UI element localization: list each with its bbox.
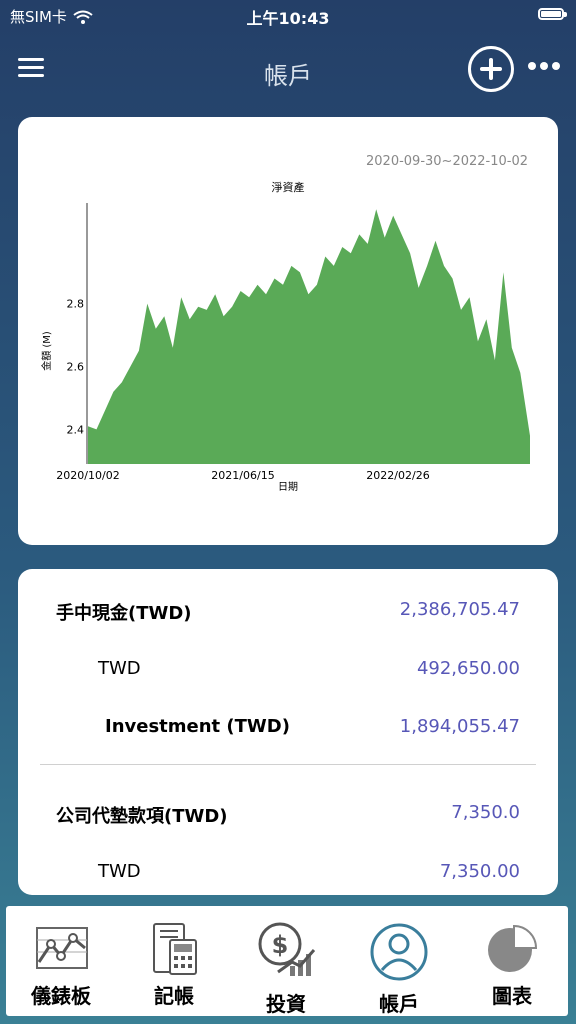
investment-value: 1,894,055.47 (399, 716, 520, 737)
advance-twd-value: 7,350.00 (439, 861, 520, 882)
tab-dashboard-label: 儀錶板 (31, 984, 91, 1008)
net-worth-chart-card[interactable]: 2020-09-30~2022-10-02 淨資產 金額 (M) 日期 2.4 2… (18, 117, 558, 545)
tab-investment-label: 投資 (266, 992, 306, 1016)
accounts-list-card: 手中現金(TWD) 2,386,705.47 TWD 492,650.00 In… (18, 569, 558, 895)
cash-twd-label: TWD (98, 658, 141, 679)
y-tick-label-2: 2.8 (67, 298, 85, 311)
net-worth-area (88, 209, 530, 464)
account-row-advance[interactable]: 公司代墊款項(TWD) 7,350.0 (18, 792, 558, 832)
tab-charts[interactable]: 圖表 (462, 918, 562, 1014)
tab-ledger-label: 記帳 (154, 984, 194, 1008)
cash-label: 手中現金(TWD) (56, 603, 192, 624)
cash-value: 2,386,705.47 (399, 599, 520, 620)
chart-x-axis-label: 日期 (278, 481, 298, 493)
add-button[interactable] (468, 46, 514, 92)
advance-twd-label: TWD (98, 861, 141, 882)
tab-account[interactable]: 帳戶 (349, 918, 449, 1016)
chart-date-range: 2020-09-30~2022-10-02 (366, 154, 528, 169)
investment-label: Investment (TWD) (105, 716, 290, 737)
tab-dashboard[interactable]: 儀錶板 (11, 918, 111, 1014)
investment-icon: $ (258, 922, 316, 976)
advance-label: 公司代墊款項(TWD) (56, 806, 228, 827)
chart-y-axis-label: 金額 (M) (40, 331, 53, 371)
pie-chart-icon (488, 924, 538, 972)
tab-account-label: 帳戶 (379, 992, 419, 1016)
account-row-advance-twd[interactable]: TWD 7,350.00 (18, 851, 558, 891)
tab-investment[interactable]: $ 投資 (236, 918, 336, 1016)
dashboard-icon (36, 927, 88, 969)
cash-twd-value: 492,650.00 (416, 658, 520, 679)
status-time: 上午10:43 (246, 9, 330, 28)
more-button[interactable] (528, 62, 560, 70)
y-tick-label-1: 2.6 (67, 361, 85, 374)
account-row-cash-twd[interactable]: TWD 492,650.00 (18, 648, 558, 688)
account-icon (370, 923, 428, 981)
tab-charts-label: 圖表 (492, 984, 532, 1008)
x-tick-label-0: 2020/10/02 (56, 469, 119, 482)
net-worth-chart: 2020-09-30~2022-10-02 淨資產 金額 (M) 日期 2.4 2… (40, 154, 530, 493)
y-tick-label-0: 2.4 (67, 423, 85, 436)
nav-bar: 帳戶 (0, 40, 576, 100)
battery-icon (538, 8, 567, 20)
x-tick-label-1: 2021/06/15 (211, 469, 274, 482)
tab-ledger[interactable]: 記帳 (124, 918, 224, 1014)
ledger-icon (153, 923, 197, 975)
list-divider (40, 764, 536, 765)
tab-bar: 儀錶板 記帳 $ 投資 帳戶 圖表 (6, 906, 568, 1016)
x-tick-label-2: 2022/02/26 (366, 469, 429, 482)
advance-value: 7,350.0 (451, 802, 520, 823)
status-bar: 無SIM卡 上午10:43 (0, 0, 576, 30)
account-row-investment[interactable]: Investment (TWD) 1,894,055.47 (18, 706, 558, 746)
account-row-cash[interactable]: 手中現金(TWD) 2,386,705.47 (18, 589, 558, 629)
svg-text:$: $ (272, 931, 289, 959)
more-icon (528, 62, 536, 70)
chart-title: 淨資產 (272, 180, 305, 194)
